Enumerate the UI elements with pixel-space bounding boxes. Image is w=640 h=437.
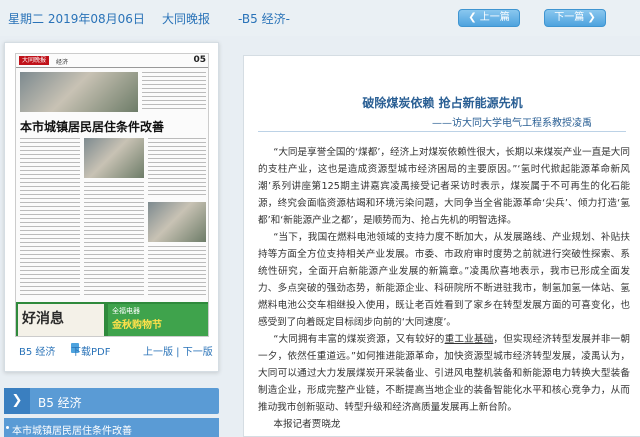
bullet-icon xyxy=(6,426,9,429)
article-body: “大同是享誉全国的‘煤都’，经济上对煤炭依赖性很大，长期以来煤炭产业一直是大同的… xyxy=(258,144,630,433)
paragraph: “当下，我国在燃料电池领域的支持力度不断加大，从发展路线、产业规划、补贴扶持等方… xyxy=(258,232,630,328)
thumbnail-text-block xyxy=(142,72,206,112)
section-label: -B5 经济- xyxy=(238,12,290,26)
thumbnail-photo xyxy=(20,72,138,112)
section-header-label: B5 经济 xyxy=(38,396,82,410)
section-header[interactable]: ❯ B5 经济 xyxy=(4,388,219,414)
newspaper-page-thumbnail[interactable]: 大同晚报 经济 05 本市城镇居民居住条件改善 好消息 全福电器 金秋购物节 xyxy=(15,53,209,337)
paragraph: “大同拥有丰富的煤炭资源，又有较好的重工业基础，但实现经济转型发展并非一朝一夕，… xyxy=(258,334,631,413)
thumbnail-logo: 大同晚报 xyxy=(19,56,49,65)
thumbnail-toolbar: B5 经济 下载PDF 上一版 | 下一版 xyxy=(5,343,218,358)
article-title: 破除煤炭依赖 抢占新能源先机 xyxy=(362,96,523,110)
page-thumbnail-card: 大同晚报 经济 05 本市城镇居民居住条件改善 好消息 全福电器 金秋购物节 B… xyxy=(4,42,219,372)
issue-date: 星期二 2019年08月06日 xyxy=(8,12,145,26)
thumbnail-photo xyxy=(84,138,144,178)
thumbnail-text-block xyxy=(20,138,80,298)
list-item-label: 本市城镇居民居住条件改善 xyxy=(12,426,132,437)
chevron-right-icon: ❯ xyxy=(4,388,30,414)
list-item[interactable]: 本市城镇居民居住条件改善 xyxy=(4,418,219,437)
next-article-button[interactable]: 下一篇 ❯ xyxy=(544,9,606,27)
chevron-left-icon: ❮ xyxy=(468,12,477,23)
byline: 本报记者贾晓龙 xyxy=(273,419,341,430)
page-nav-links[interactable]: 上一版 | 下一版 xyxy=(143,343,213,358)
thumbnail-text-block xyxy=(84,182,144,298)
article-subtitle: ——访大同大学电气工程系教授凌禹 xyxy=(432,118,592,129)
paragraph: “大同是享誉全国的‘煤都’，经济上对煤炭依赖性很大，长期以来煤炭产业一直是大同的… xyxy=(258,147,630,226)
thumbnail-tag: 经济 xyxy=(56,59,69,66)
thumbnail-text-block xyxy=(148,138,206,198)
paper-name: 大同晚报 xyxy=(162,12,211,26)
thumbnail-masthead: 大同晚报 经济 05 xyxy=(16,54,208,68)
thumbnail-headline: 本市城镇居民居住条件改善 xyxy=(20,120,165,134)
divider xyxy=(258,131,626,132)
prev-article-button[interactable]: ❮ 上一篇 xyxy=(458,9,520,27)
thumbnail-text-block xyxy=(148,246,206,298)
page-label: B5 经济 xyxy=(19,347,56,358)
article-panel: 破除煤炭依赖 抢占新能源先机 ——访大同大学电气工程系教授凌禹 “大同是享誉全国… xyxy=(243,55,640,437)
thumbnail-ad-right: 全福电器 金秋购物节 xyxy=(108,304,208,336)
thumbnail-page-number: 05 xyxy=(193,55,206,65)
thumbnail-photo xyxy=(148,202,206,242)
top-bar: 星期二 2019年08月06日 大同晚报 -B5 经济- ❮ 上一篇 下一篇 ❯ xyxy=(0,0,640,36)
thumbnail-ad-left: 好消息 xyxy=(18,304,104,336)
chevron-right-icon: ❯ xyxy=(587,12,596,23)
